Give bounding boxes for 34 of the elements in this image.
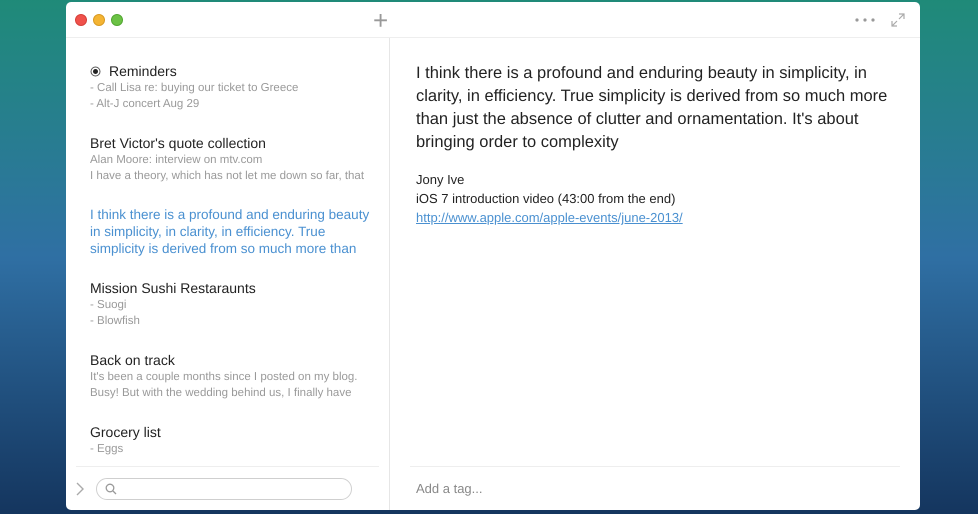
note-list-item[interactable]: Mission Sushi Restaraunts - Suogi - Blowfish	[90, 279, 379, 329]
note-title: Bret Victor's quote collection	[90, 134, 266, 152]
close-icon[interactable]	[75, 14, 87, 26]
note-list-item[interactable]: Reminders - Call Lisa re: buying our ticket to Greece - Alt-J concert Aug 29	[90, 62, 379, 112]
note-title: Grocery list	[90, 423, 161, 441]
note-preview-line: - Alt-J concert Aug 29	[90, 97, 200, 112]
note-preview-line: Alan Moore: interview on mtv.com	[90, 153, 264, 168]
note-preview-line: simplicity is derived from so much more than	[90, 240, 358, 257]
note-text-line: iOS 7 introduction video (43:00 from the end)	[416, 190, 676, 208]
note-preview-line: I think there is a profound and enduring beauty	[90, 206, 370, 223]
chevron-right-icon[interactable]	[76, 482, 84, 496]
search-field[interactable]	[96, 478, 352, 500]
note-title: Mission Sushi Restaraunts	[90, 279, 256, 297]
note-preview-line: in simplicity, in clarity, in efficiency. True	[90, 223, 326, 240]
note-preview-line: - Eggs	[90, 442, 124, 457]
more-icon[interactable]	[855, 18, 875, 22]
note-preview-line: Busy! But with the wedding behind us, I finally have	[90, 386, 352, 401]
note-title: Back on track	[90, 351, 175, 369]
note-preview-line: I have a theory, which has not let me down so far, that	[90, 169, 366, 184]
note-list-item[interactable]: Back on track It's been a couple months since I posted on my blog. Busy! But with the wedding behind us, I finally have	[90, 351, 379, 401]
note-title: Reminders	[109, 62, 177, 80]
note-preview-line: - Call Lisa re: buying our ticket to Greece	[90, 81, 300, 96]
note-list-item[interactable]: Bret Victor's quote collection Alan Moore: interview on mtv.com I have a theory, which has not let me down so far, that	[90, 134, 379, 184]
note-list-item[interactable]: Grocery list - Eggs	[90, 423, 379, 457]
note-body: I think there is a profound and enduring beauty in simplicity, in clarity, in efficiency. True simplicity is derived from so much more than just the absence of clutter and ornamentation. It's about bringing order to complexity	[416, 63, 888, 153]
note-preview-line: It's been a couple months since I posted on my blog.	[90, 370, 358, 385]
minimize-icon[interactable]	[93, 14, 105, 26]
note-preview-line: - Suogi	[90, 298, 128, 313]
note-preview-line: - Blowfish	[90, 314, 141, 329]
tag-input-field[interactable]: Add a tag...	[410, 478, 710, 498]
zoom-icon[interactable]	[111, 14, 123, 26]
note-text-line: Jony Ive	[416, 171, 466, 189]
search-icon	[105, 482, 117, 494]
expand-icon[interactable]	[891, 12, 905, 26]
